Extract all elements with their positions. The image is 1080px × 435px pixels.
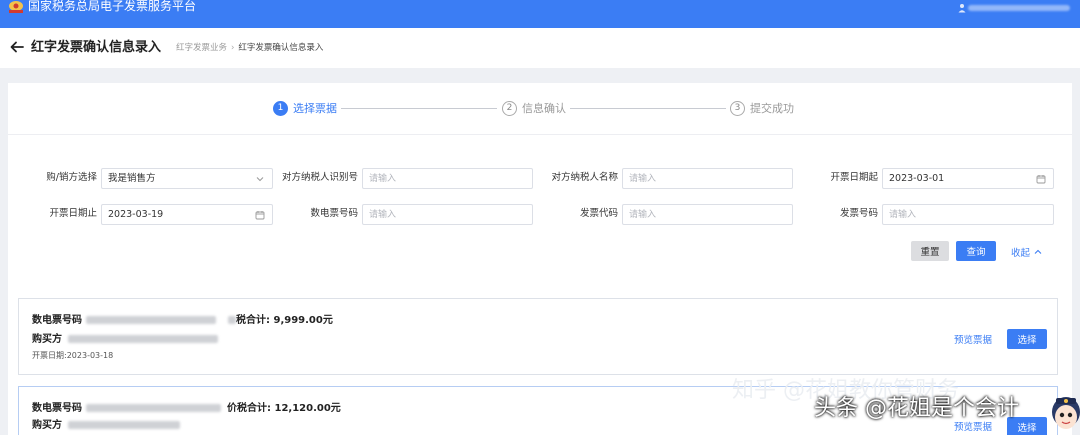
counterparty-name-input[interactable]: 请输入 — [622, 168, 793, 189]
invoice-result-card[interactable]: 数电票号码 税合计: 9,999.00元 购买方 开票日期:2023-03-18 … — [18, 298, 1058, 375]
top-bar: 国家税务总局电子发票服务平台 — [0, 0, 1080, 28]
tax-bureau-emblem-icon — [9, 1, 23, 13]
masked-buyer-name — [68, 335, 218, 343]
breadcrumb-separator-icon: › — [231, 43, 235, 53]
invoice-code-placeholder: 请输入 — [629, 210, 657, 220]
step-select-invoice: 1 选择票据 — [273, 100, 337, 116]
masked-invoice-number — [86, 316, 216, 324]
chevron-down-icon — [256, 177, 264, 182]
invoice-no-label: 发票号码 — [839, 208, 878, 219]
counterparty-id-input[interactable]: 请输入 — [362, 168, 533, 189]
date-from-picker[interactable]: 2023-03-01 — [882, 168, 1054, 189]
collapse-toggle[interactable]: 收起 — [1011, 245, 1043, 259]
step-number: 1 — [273, 100, 288, 116]
query-button[interactable]: 查询 — [956, 241, 996, 261]
collapse-label: 收起 — [1011, 248, 1031, 259]
user-icon — [958, 4, 966, 13]
step-label: 信息确认 — [522, 102, 566, 115]
step-number: 2 — [502, 100, 517, 116]
role-value: 我是销售方 — [108, 173, 156, 184]
page-header: 红字发票确认信息录入 红字发票业务 › 红字发票确认信息录入 — [0, 28, 1080, 68]
step-label: 选择票据 — [293, 102, 337, 115]
date-to-label: 开票日期止 — [49, 208, 97, 219]
masked-text — [228, 316, 236, 324]
counterparty-name-label: 对方纳税人名称 — [551, 172, 618, 183]
step-number: 3 — [730, 100, 745, 116]
reset-button[interactable]: 重置 — [911, 241, 949, 261]
toutiao-watermark: 头条 @花姐是个会计 — [814, 396, 1019, 421]
issue-date-line: 开票日期:2023-03-18 — [32, 350, 113, 362]
page-title: 红字发票确认信息录入 — [31, 40, 162, 55]
total-value: 9,999.00元 — [273, 315, 333, 326]
e-invoice-number-line: 数电票号码 价税合计: 12,120.00元 — [32, 402, 341, 416]
counterparty-name-placeholder: 请输入 — [629, 174, 657, 184]
calendar-icon — [255, 211, 265, 220]
masked-buyer-name — [68, 421, 180, 429]
date-from-value: 2023-03-01 — [889, 173, 945, 184]
e-invoice-no-label: 数电票号码 — [310, 208, 358, 219]
steps-bar: 1 选择票据 2 信息确认 3 提交成功 — [8, 83, 1072, 135]
arrow-left-icon[interactable] — [8, 38, 26, 56]
breadcrumb-current: 红字发票确认信息录入 — [238, 43, 324, 53]
chevron-up-icon — [1034, 249, 1042, 254]
issue-date-label: 开票日期: — [32, 351, 67, 360]
invoice-code-input[interactable]: 请输入 — [622, 204, 793, 225]
buyer-line: 购买方 — [32, 333, 218, 347]
breadcrumb: 红字发票业务 › 红字发票确认信息录入 — [176, 42, 323, 54]
invoice-no-placeholder: 请输入 — [889, 210, 917, 220]
e-invoice-no-placeholder: 请输入 — [369, 210, 397, 220]
date-to-picker[interactable]: 2023-03-19 — [101, 204, 273, 225]
date-to-value: 2023-03-19 — [108, 209, 164, 220]
buyer-label: 购买方 — [32, 334, 62, 345]
buyer-label: 购买方 — [32, 420, 62, 431]
step-connector — [570, 108, 726, 109]
preview-invoice-link[interactable]: 预览票据 — [954, 332, 992, 346]
user-menu[interactable] — [958, 3, 1070, 13]
counterparty-id-label: 对方纳税人识别号 — [281, 172, 358, 183]
select-invoice-button[interactable]: 选择 — [1007, 329, 1047, 349]
masked-username — [968, 5, 1070, 11]
issue-date-value: 2023-03-18 — [66, 351, 114, 360]
cartoon-avatar-icon — [1052, 397, 1080, 429]
total-label: 税合计: — [236, 315, 270, 326]
role-select[interactable]: 我是销售方 — [101, 168, 273, 189]
e-invoice-number-label: 数电票号码 — [32, 403, 82, 414]
invoice-no-input[interactable]: 请输入 — [882, 204, 1054, 225]
calendar-icon — [1036, 175, 1046, 184]
counterparty-id-placeholder: 请输入 — [369, 174, 397, 184]
e-invoice-number-line: 数电票号码 税合计: 9,999.00元 — [32, 314, 333, 328]
breadcrumb-item[interactable]: 红字发票业务 — [176, 43, 227, 53]
date-from-label: 开票日期起 — [830, 172, 878, 183]
total-label: 价税合计: — [227, 403, 271, 414]
invoice-code-label: 发票代码 — [579, 208, 618, 219]
step-submit-success: 3 提交成功 — [730, 100, 794, 116]
buyer-line: 购买方 — [32, 419, 180, 433]
e-invoice-no-input[interactable]: 请输入 — [362, 204, 533, 225]
total-value: 12,120.00元 — [274, 403, 341, 414]
step-confirm-info: 2 信息确认 — [502, 100, 566, 116]
masked-invoice-number — [86, 404, 221, 412]
step-connector — [341, 108, 497, 109]
app-title: 国家税务总局电子发票服务平台 — [28, 0, 197, 13]
role-label: 购/销方选择 — [46, 172, 97, 183]
e-invoice-number-label: 数电票号码 — [32, 315, 82, 326]
step-label: 提交成功 — [750, 102, 794, 115]
